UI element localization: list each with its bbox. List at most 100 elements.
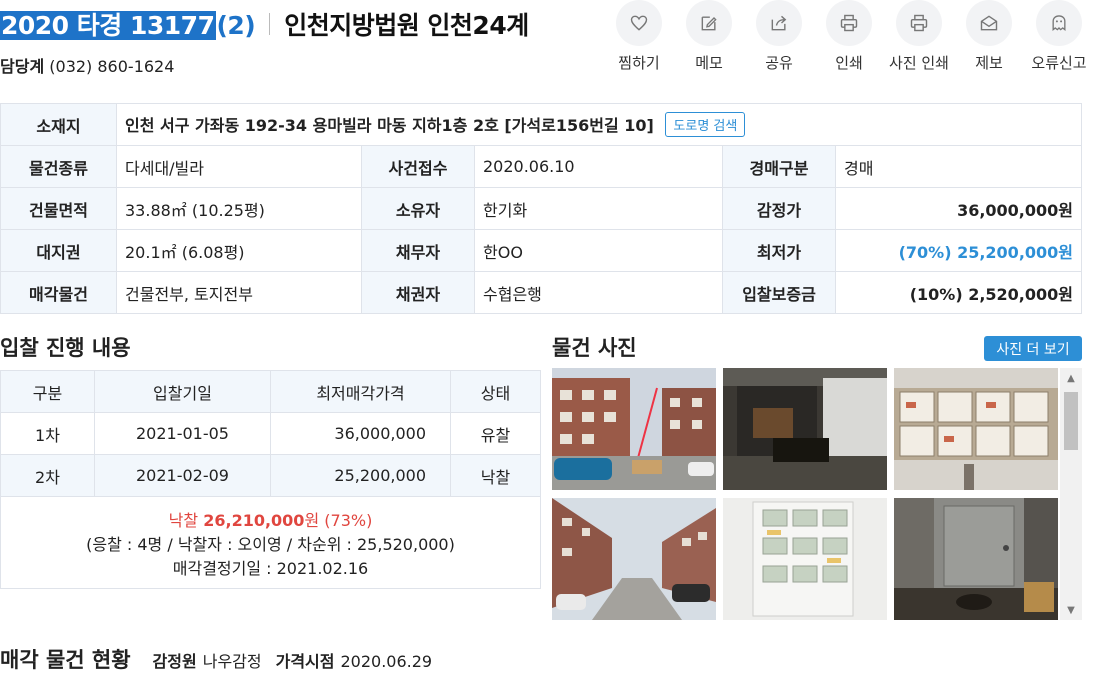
creditor-label: 채권자 (361, 271, 475, 314)
memo-label: 메모 (695, 54, 723, 72)
info-row: 대지권 20.1㎡ (6.08평) 채무자 한OO 최저가 (70%) 25,2… (0, 229, 1083, 272)
department-contact: 담당계 (032) 860-1624 (0, 53, 174, 77)
print-label: 인쇄 (835, 54, 863, 72)
sale-object-label: 매각물건 (0, 271, 117, 314)
case-number: 2020 타경 13177(2) (0, 6, 256, 42)
sale-status-title: 매각 물건 현황 (0, 648, 131, 672)
bid-round: 1차 (0, 412, 95, 455)
mail-icon (966, 0, 1012, 46)
property-info-table: 소재지 인천 서구 가좌동 192-34 용마빌라 마동 지하1층 2호 [가석… (0, 103, 1083, 314)
address-label: 소재지 (0, 103, 117, 146)
address-value: 인천 서구 가좌동 192-34 용마빌라 마동 지하1층 2호 [가석로156… (125, 116, 654, 135)
price-date-label: 가격시점 (275, 652, 335, 671)
debtor-label: 채무자 (361, 229, 475, 272)
land-right-value: 20.1㎡ (6.08평) (116, 229, 362, 272)
sold-amount: 26,210,000 (203, 510, 305, 530)
error-report-button[interactable]: 오류신고 (1024, 0, 1094, 73)
bid-summary: 낙찰 26,210,000원 (73%) (응찰 : 4명 / 낙찰자 : 오이… (0, 496, 541, 589)
photo-print-label: 사진 인쇄 (889, 54, 949, 72)
bid-deposit-value: (10%) 2,520,000원 (834, 271, 1083, 314)
photo-grid (552, 368, 1082, 620)
photo-scrollbar[interactable]: ▲ ▼ (1060, 368, 1082, 620)
bid-status: 유찰 (450, 412, 541, 455)
share-button[interactable]: 공유 (744, 0, 814, 73)
scrollbar-thumb[interactable] (1064, 392, 1078, 450)
case-title: 2020 타경 13177(2) 인천지방법원 인천24계 (0, 6, 529, 42)
bid-detail: (응찰 : 4명 / 낙찰자 : 오이영 / 차순위 : 25,520,000) (86, 534, 455, 554)
sale-decision-date: 매각결정기일 : 2021.02.16 (172, 558, 369, 578)
appraiser-label: 감정원 (152, 652, 197, 671)
memo-edit-icon (686, 0, 732, 46)
case-received-value: 2020.06.10 (474, 145, 723, 188)
bid-history-table: 구분 입찰기일 최저매각가격 상태 1차 2021-01-05 36,000,0… (0, 370, 541, 589)
sale-status-header: 매각 물건 현황 감정원 나우감정 가격시점 2020.06.29 (0, 644, 446, 674)
bid-section-title: 입찰 진행 내용 (0, 336, 131, 360)
owner-value: 한기화 (474, 187, 723, 230)
favorite-label: 찜하기 (618, 54, 660, 72)
case-number-suffix: (2) (216, 11, 256, 40)
sale-object-value: 건물전부, 토지전부 (116, 271, 362, 314)
share-icon (756, 0, 802, 46)
error-report-label: 오류신고 (1031, 54, 1087, 72)
table-row: 2차 2021-02-09 25,200,000 낙찰 (0, 454, 541, 497)
photo-print-button[interactable]: 사진 인쇄 (884, 0, 954, 73)
address-cell: 인천 서구 가좌동 192-34 용마빌라 마동 지하1층 2호 [가석로156… (115, 103, 1083, 146)
action-toolbar: 찜하기 메모 공유 인쇄 사진 인쇄 제보 오류신고 (604, 0, 1094, 73)
minimum-price-label: 최저가 (722, 229, 836, 272)
property-type-label: 물건종류 (0, 145, 117, 188)
column-header: 최저매각가격 (270, 370, 451, 413)
appraiser-value: 나우감정 (202, 652, 262, 671)
info-row: 매각물건 건물전부, 토지전부 채권자 수협은행 입찰보증금 (10%) 2,5… (0, 271, 1083, 314)
auction-type-value: 경매 (834, 145, 1083, 188)
building-area-value: 33.88㎡ (10.25평) (116, 187, 362, 230)
photo-thumbnail[interactable] (723, 498, 887, 620)
sold-label: 낙찰 (168, 510, 199, 530)
bid-round: 2차 (0, 454, 95, 497)
bid-table-header: 구분 입찰기일 최저매각가격 상태 (0, 370, 541, 413)
photo-print-icon (896, 0, 942, 46)
info-row: 물건종류 다세대/빌라 사건접수 2020.06.10 경매구분 경매 (0, 145, 1083, 188)
photo-thumbnail[interactable] (552, 368, 716, 490)
address-row: 소재지 인천 서구 가좌동 192-34 용마빌라 마동 지하1층 2호 [가석… (0, 103, 1083, 146)
column-header: 상태 (450, 370, 541, 413)
column-header: 입찰기일 (94, 370, 271, 413)
sold-result: 낙찰 26,210,000원 (73%) (1, 509, 540, 533)
photo-section-title: 물건 사진 (552, 336, 637, 360)
favorite-button[interactable]: 찜하기 (604, 0, 674, 73)
bid-status: 낙찰 (450, 454, 541, 497)
auction-type-label: 경매구분 (722, 145, 836, 188)
owner-label: 소유자 (361, 187, 475, 230)
memo-button[interactable]: 메모 (674, 0, 744, 73)
scroll-up-icon[interactable]: ▲ (1060, 368, 1082, 388)
appraisal-label: 감정가 (722, 187, 836, 230)
sold-ratio: (73%) (324, 510, 373, 530)
scroll-down-icon[interactable]: ▼ (1060, 600, 1082, 620)
report-label: 제보 (975, 54, 1003, 72)
bid-summary-row: 낙찰 26,210,000원 (73%) (응찰 : 4명 / 낙찰자 : 오이… (0, 496, 541, 589)
photo-thumbnail[interactable] (552, 498, 716, 620)
department-label: 담당계 (0, 57, 45, 76)
department-phone: (032) 860-1624 (49, 57, 175, 76)
court-name: 인천지방법원 인천24계 (284, 11, 529, 40)
photo-thumbnail[interactable] (894, 498, 1058, 620)
case-received-label: 사건접수 (361, 145, 475, 188)
creditor-value: 수협은행 (474, 271, 723, 314)
title-divider (269, 13, 271, 35)
land-right-label: 대지권 (0, 229, 117, 272)
bid-price: 25,200,000 (270, 454, 451, 497)
road-search-button[interactable]: 도로명 검색 (665, 112, 746, 137)
heart-icon (616, 0, 662, 46)
share-label: 공유 (765, 54, 793, 72)
bid-date: 2021-01-05 (94, 412, 271, 455)
more-photos-button[interactable]: 사진 더 보기 (984, 336, 1082, 361)
price-date-value: 2020.06.29 (340, 652, 433, 671)
report-button[interactable]: 제보 (954, 0, 1024, 73)
bid-deposit-label: 입찰보증금 (722, 271, 836, 314)
table-row: 1차 2021-01-05 36,000,000 유찰 (0, 412, 541, 455)
photo-thumbnail[interactable] (723, 368, 887, 490)
building-area-label: 건물면적 (0, 187, 117, 230)
ghost-icon (1036, 0, 1082, 46)
minimum-price-value: (70%) 25,200,000원 (834, 229, 1083, 272)
print-button[interactable]: 인쇄 (814, 0, 884, 73)
photo-thumbnail[interactable] (894, 368, 1058, 490)
